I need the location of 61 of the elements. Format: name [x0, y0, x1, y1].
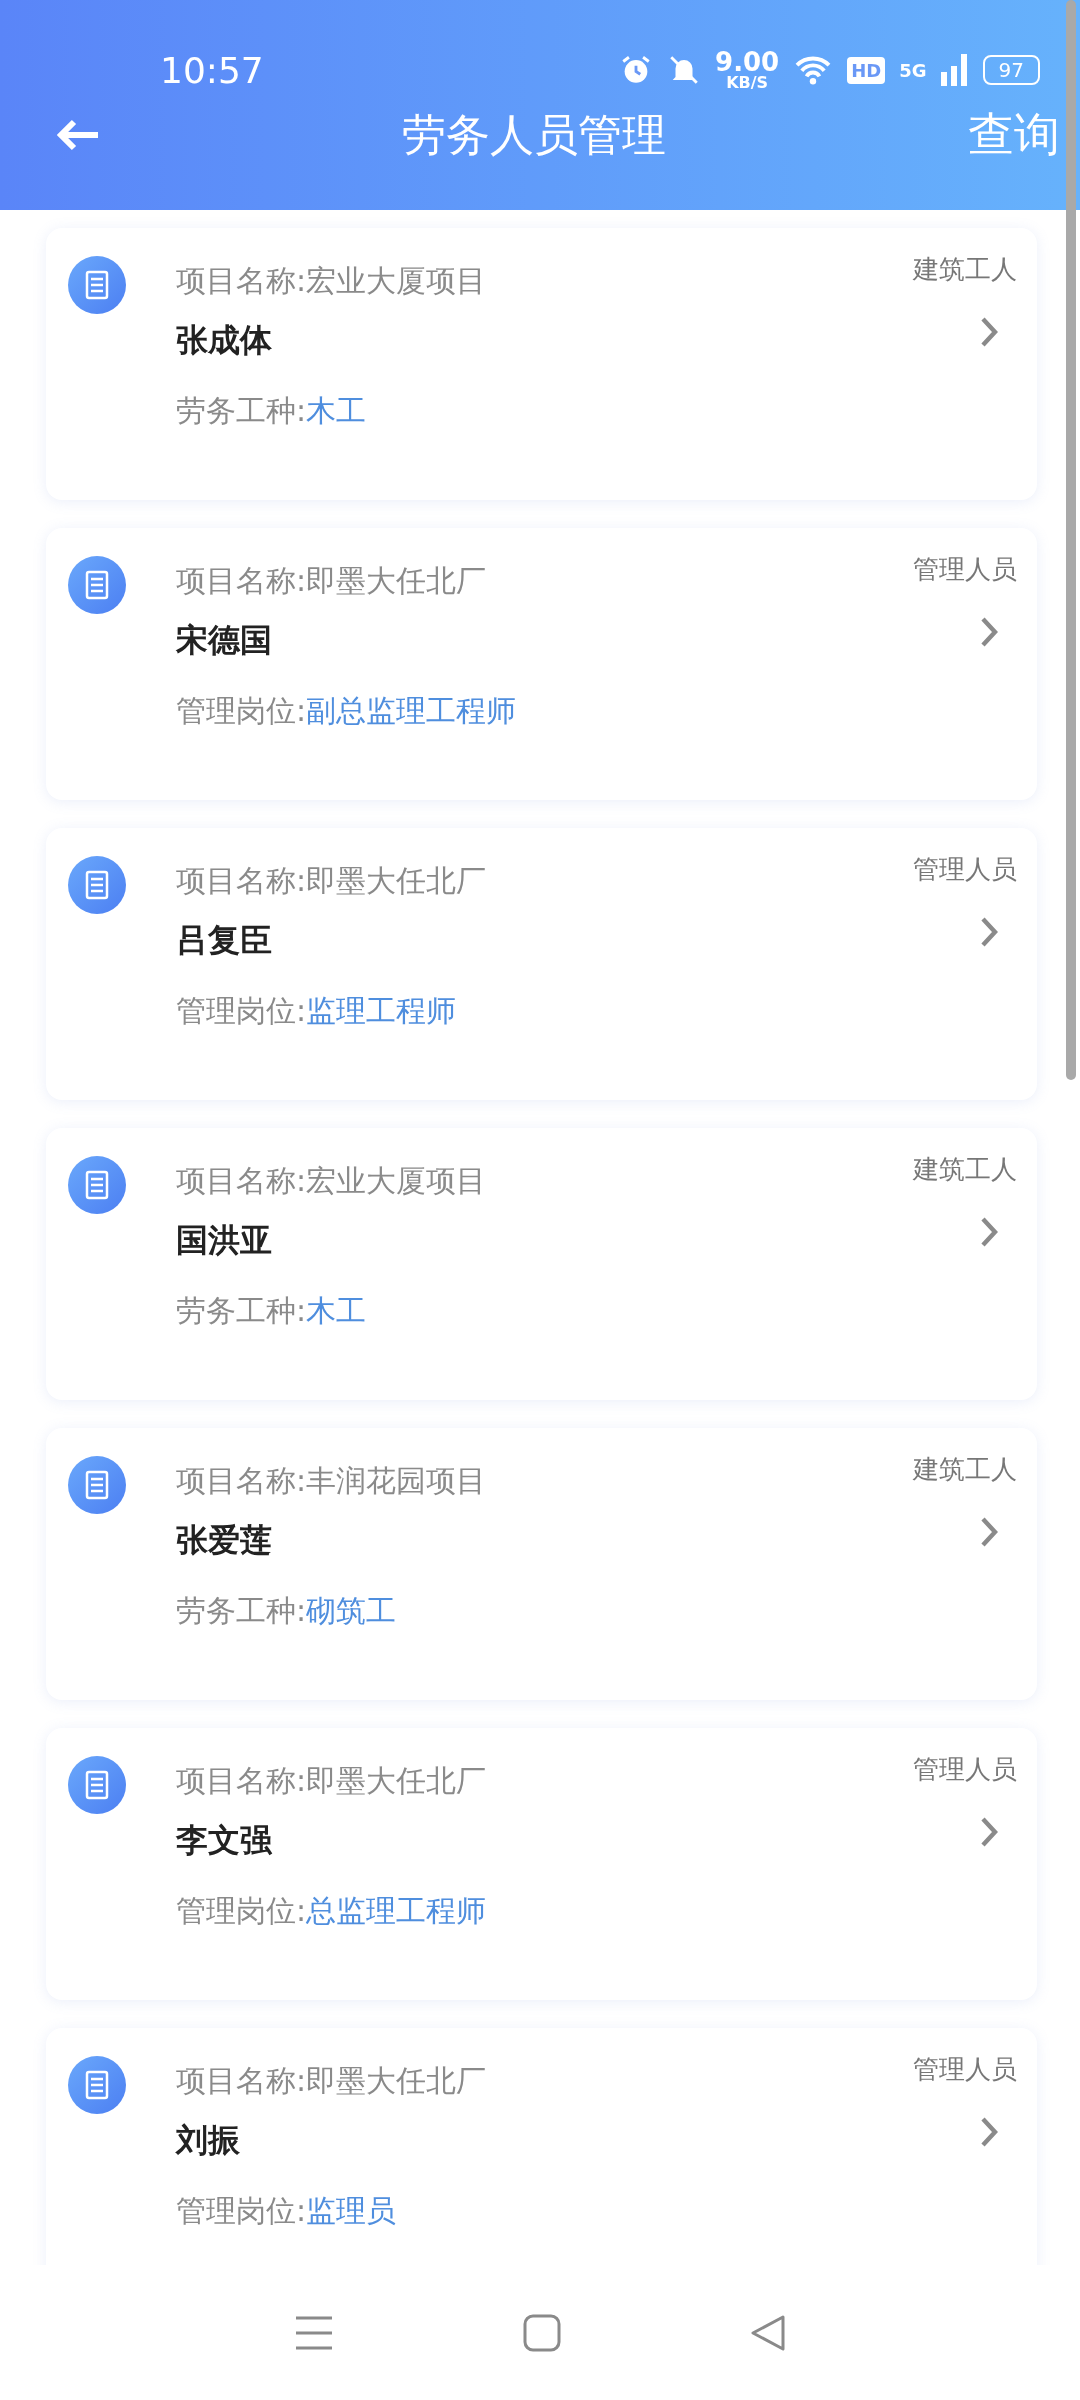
worker-category: 管理人员 [913, 2053, 1017, 2086]
worker-card[interactable]: 项目名称:即墨大任北厂 宋德国 管理岗位:副总监理工程师 管理人员 [46, 528, 1037, 800]
menu-icon[interactable] [294, 2314, 335, 2351]
worker-card[interactable]: 项目名称:即墨大任北厂 刘振 管理岗位:监理员 管理人员 [46, 2028, 1037, 2265]
chevron-right-icon[interactable] [979, 915, 999, 949]
worker-category: 管理人员 [913, 1753, 1017, 1786]
worker-card[interactable]: 项目名称:即墨大任北厂 吕复臣 管理岗位:监理工程师 管理人员 [46, 828, 1037, 1100]
chevron-right-icon[interactable] [979, 615, 999, 649]
worker-card[interactable]: 项目名称:丰润花园项目 张爱莲 劳务工种:砌筑工 建筑工人 [46, 1428, 1037, 1700]
document-icon [68, 1756, 126, 1814]
worker-card[interactable]: 项目名称:即墨大任北厂 李文强 管理岗位:总监理工程师 管理人员 [46, 1728, 1037, 2000]
net-unit: KB/S [726, 75, 769, 91]
worker-name: 宋德国 [176, 624, 273, 656]
worker-role: 管理岗位:监理工程师 [176, 996, 458, 1026]
worker-name: 张成体 [176, 324, 273, 356]
home-icon[interactable] [523, 2313, 561, 2352]
worker-name: 李文强 [176, 1824, 273, 1856]
document-icon [68, 1456, 126, 1514]
worker-category: 建筑工人 [913, 1153, 1017, 1186]
worker-name: 张爱莲 [176, 1524, 273, 1556]
chevron-right-icon[interactable] [979, 1215, 999, 1249]
project-name: 项目名称:即墨大任北厂 [176, 2066, 488, 2096]
worker-name: 吕复臣 [176, 924, 273, 956]
worker-card[interactable]: 项目名称:宏业大厦项目 国洪亚 劳务工种:木工 建筑工人 [46, 1128, 1037, 1400]
network-type: 5G [899, 59, 927, 81]
worker-role: 管理岗位:总监理工程师 [176, 1896, 488, 1926]
worker-role: 管理岗位:副总监理工程师 [176, 696, 518, 726]
back-button[interactable] [56, 118, 100, 152]
worker-card[interactable]: 项目名称:宏业大厦项目 张成体 劳务工种:木工 建筑工人 [46, 228, 1037, 500]
net-speed: 9.00 [715, 49, 780, 75]
worker-role: 劳务工种:木工 [176, 1296, 368, 1326]
chevron-right-icon[interactable] [979, 315, 999, 349]
worker-name: 刘振 [176, 2124, 241, 2156]
hd-badge: HD [847, 56, 886, 84]
project-name: 项目名称:宏业大厦项目 [176, 266, 488, 296]
chevron-right-icon[interactable] [979, 1815, 999, 1849]
chevron-right-icon[interactable] [979, 2115, 999, 2149]
page-title: 劳务人员管理 [402, 107, 666, 162]
project-name: 项目名称:即墨大任北厂 [176, 566, 488, 596]
back-icon[interactable] [749, 2313, 786, 2352]
worker-category: 管理人员 [913, 853, 1017, 886]
worker-role: 劳务工种:砌筑工 [176, 1596, 398, 1626]
document-icon [68, 2056, 126, 2114]
worker-name: 国洪亚 [176, 1224, 273, 1256]
project-name: 项目名称:宏业大厦项目 [176, 1166, 488, 1196]
project-name: 项目名称:即墨大任北厂 [176, 1766, 488, 1796]
document-icon [68, 256, 126, 314]
document-icon [68, 856, 126, 914]
worker-category: 管理人员 [913, 553, 1017, 586]
project-name: 项目名称:丰润花园项目 [176, 1466, 488, 1496]
worker-role: 管理岗位:监理员 [176, 2196, 398, 2226]
project-name: 项目名称:即墨大任北厂 [176, 866, 488, 896]
document-icon [68, 1156, 126, 1214]
signal-icon [940, 54, 969, 86]
document-icon [68, 556, 126, 614]
worker-category: 建筑工人 [913, 1453, 1017, 1486]
battery-indicator: 97 [982, 55, 1040, 85]
worker-role: 劳务工种:木工 [176, 396, 368, 426]
chevron-right-icon[interactable] [979, 1515, 999, 1549]
worker-category: 建筑工人 [913, 253, 1017, 286]
status-time: 10:57 [160, 49, 264, 91]
